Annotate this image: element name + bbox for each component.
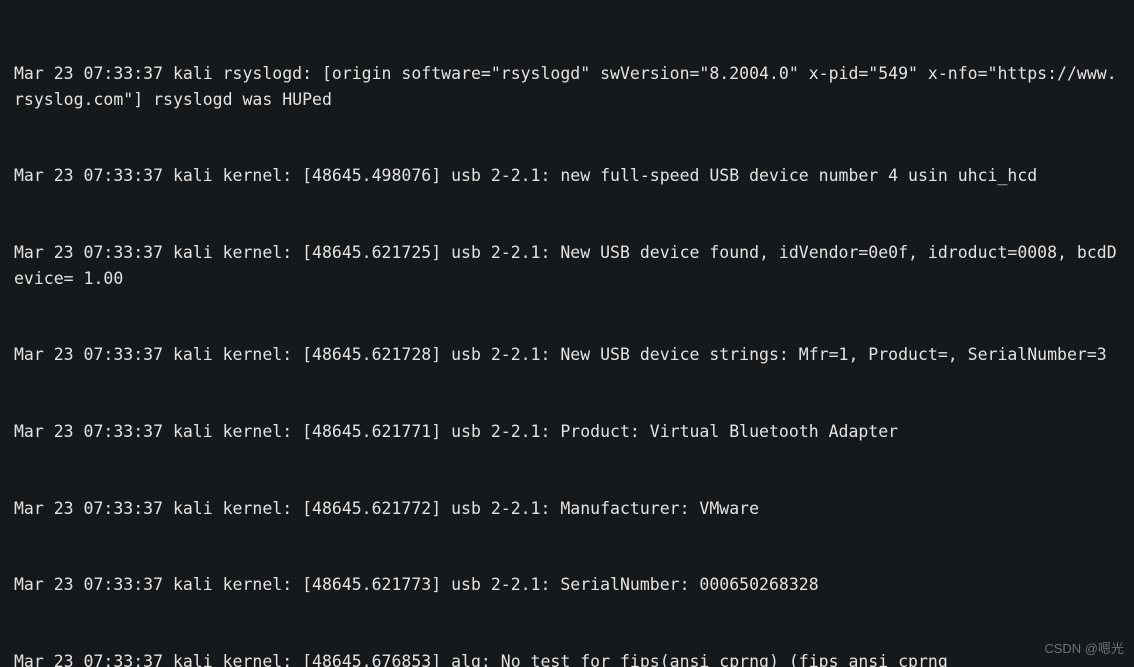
terminal-output[interactable]: Mar 23 07:33:37 kali rsyslogd: [origin s… (0, 0, 1134, 667)
log-line: Mar 23 07:33:37 kali kernel: [48645.6217… (14, 342, 1120, 368)
log-line: Mar 23 07:33:37 kali kernel: [48645.6217… (14, 496, 1120, 522)
watermark: CSDN @嗯光 (1044, 639, 1124, 659)
log-line: Mar 23 07:33:37 kali kernel: [48645.6217… (14, 572, 1120, 598)
log-line: Mar 23 07:33:37 kali rsyslogd: [origin s… (14, 61, 1120, 112)
log-line: Mar 23 07:33:37 kali kernel: [48645.4980… (14, 163, 1120, 189)
log-line: Mar 23 07:33:37 kali kernel: [48645.6217… (14, 240, 1120, 291)
log-line: Mar 23 07:33:37 kali kernel: [48645.6768… (14, 649, 1120, 667)
log-line: Mar 23 07:33:37 kali kernel: [48645.6217… (14, 419, 1120, 445)
